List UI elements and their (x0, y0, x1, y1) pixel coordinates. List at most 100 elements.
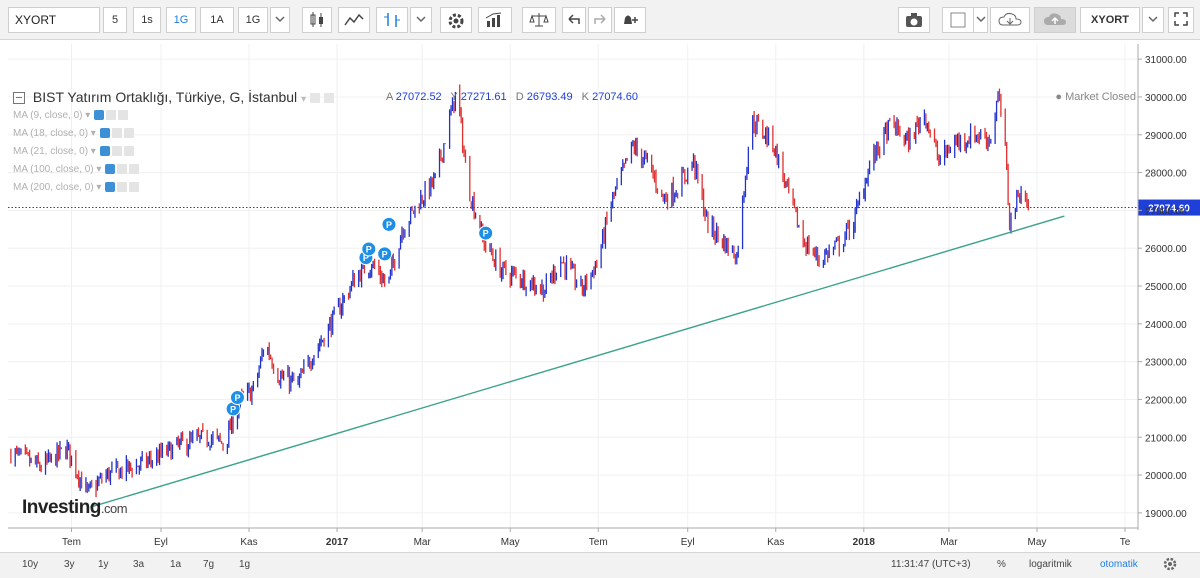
range-1a-button[interactable]: 1a (170, 559, 181, 570)
template-button[interactable] (942, 7, 974, 33)
time-tick-label: Tem (589, 537, 608, 548)
close-icon[interactable] (123, 128, 134, 139)
bottom-bar: 10y 3y 1y 3a 1a 7g 1g 11:31:47 (UTC+3) %… (0, 552, 1200, 578)
investing-logo: Investing.com (22, 497, 128, 519)
low-key: D (515, 91, 524, 103)
alert-bell-icon (624, 15, 638, 24)
indicator-ma-21[interactable]: MA (21, close, 0) ▾ (13, 146, 136, 157)
ohlc-bars-icon (384, 13, 400, 27)
indicator-ma-200[interactable]: MA (200, close, 0) ▾ (13, 182, 141, 193)
logo-brand: Investing (22, 497, 101, 518)
range-10y-button[interactable]: 10y (22, 559, 38, 570)
chevron-down-icon[interactable]: ▾ (301, 94, 306, 105)
eye-icon[interactable] (105, 182, 116, 193)
interval-1g-alt-button[interactable]: 1G (238, 7, 268, 33)
low-value: 26793.49 (526, 91, 573, 103)
snapshot-button[interactable] (898, 7, 930, 33)
eye-icon[interactable] (99, 128, 110, 139)
pivot-marker-label: P (366, 244, 372, 254)
settings-icon[interactable] (309, 93, 320, 104)
price-chart[interactable]: 27074.60PPPP PPP 19000.0020000.0021000.00… (0, 40, 1200, 552)
chevron-down-icon (275, 16, 285, 23)
range-3a-button[interactable]: 3a (133, 559, 144, 570)
bars-style-button[interactable] (376, 7, 408, 33)
log-scale-toggle[interactable]: logaritmik (1029, 559, 1072, 570)
range-1g-button[interactable]: 1g (239, 559, 250, 570)
gear-icon[interactable] (111, 146, 122, 157)
high-value: 27271.61 (460, 91, 507, 103)
cloud-upload-icon (1044, 13, 1066, 25)
redo-button[interactable] (588, 7, 612, 33)
close-icon[interactable] (129, 182, 140, 193)
close-icon[interactable] (323, 93, 334, 104)
interval-1s-button[interactable]: 1s (133, 7, 161, 33)
range-1y-button[interactable]: 1y (98, 559, 109, 570)
range-3y-button[interactable]: 3y (64, 559, 75, 570)
price-tick-label: 20000.00 (1145, 471, 1187, 482)
pivot-marker-label: P (234, 393, 240, 403)
toolbar: XYORT 5 1s 1G 1A 1G XYORT (0, 0, 1200, 40)
candles-style-button[interactable] (302, 7, 332, 33)
chart-symbol-label[interactable]: XYORT (1080, 7, 1140, 33)
open-value: 27072.52 (395, 91, 442, 103)
chart-area[interactable]: 27074.60 P P P P P P P 19000.00 20000.00 21000.00… (0, 40, 1200, 552)
close-key: K (581, 91, 590, 103)
fullscreen-icon (1174, 12, 1188, 26)
auto-scale-toggle[interactable]: otomatik (1100, 559, 1138, 570)
indicator-label: MA (200, close, 0) (13, 182, 94, 194)
add-alert-button[interactable] (614, 7, 646, 33)
template-dropdown-button[interactable] (974, 7, 988, 33)
indicators-button[interactable] (478, 7, 512, 33)
chevron-down-icon (975, 16, 986, 23)
undo-button[interactable] (562, 7, 586, 33)
undo-icon (568, 14, 580, 24)
chevron-down-icon (1148, 16, 1158, 23)
eye-icon[interactable] (99, 146, 110, 157)
interval-dropdown-button[interactable] (270, 7, 290, 33)
close-icon[interactable] (129, 164, 140, 175)
price-tick-label: 29000.00 (1145, 131, 1187, 142)
indicator-ma-18[interactable]: MA (18, close, 0) ▾ (13, 128, 136, 139)
time-tick-label: 2017 (326, 537, 349, 548)
interval-1a-button[interactable]: 1A (200, 7, 234, 33)
collapse-icon[interactable] (13, 92, 25, 105)
fullscreen-button[interactable] (1168, 7, 1194, 33)
gear-icon[interactable] (117, 164, 128, 175)
indicator-ma-9[interactable]: MA (9, close, 0) ▾ (13, 110, 130, 121)
time-tick-label: Mar (940, 537, 958, 548)
symbol-dropdown-button[interactable] (1142, 7, 1164, 33)
gear-icon[interactable] (106, 110, 117, 121)
price-tick-label: 19000.00 (1145, 509, 1187, 520)
settings-button[interactable] (440, 7, 472, 33)
interval-1g-button[interactable]: 1G (166, 7, 196, 33)
area-style-button[interactable] (338, 7, 370, 33)
gear-icon[interactable] (111, 128, 122, 139)
price-tick-label: 24000.00 (1145, 320, 1187, 331)
settings-button[interactable] (1162, 556, 1178, 575)
range-7g-button[interactable]: 7g (203, 559, 214, 570)
indicator-label: MA (9, close, 0) (13, 110, 83, 122)
camera-icon (906, 13, 922, 27)
close-icon[interactable] (118, 110, 129, 121)
indicator-ma-100[interactable]: MA (100, close, 0) ▾ (13, 164, 141, 175)
clock-time: 11:31:47 (UTC+3) (891, 559, 971, 570)
cloud-load-button[interactable] (990, 7, 1030, 33)
interval-5-button[interactable]: 5 (103, 7, 127, 33)
time-tick-label: Kas (240, 537, 257, 548)
symbol-search-input[interactable]: XYORT (8, 7, 100, 33)
compare-button[interactable] (522, 7, 556, 33)
close-value: 27074.60 (592, 91, 638, 103)
price-tick-label: 26000.00 (1145, 244, 1187, 255)
eye-icon[interactable] (105, 164, 116, 175)
close-icon[interactable] (123, 146, 134, 157)
square-template-icon (950, 12, 966, 28)
eye-icon[interactable] (94, 110, 105, 121)
chevron-down-icon (416, 16, 426, 23)
candles-icon (310, 12, 323, 27)
price-tick-label: 31000.00 (1145, 55, 1187, 66)
open-key: A (386, 91, 393, 103)
percent-scale-toggle[interactable]: % (997, 559, 1006, 570)
gear-icon[interactable] (117, 182, 128, 193)
cloud-save-button[interactable] (1034, 7, 1076, 33)
style-dropdown-button[interactable] (410, 7, 432, 33)
